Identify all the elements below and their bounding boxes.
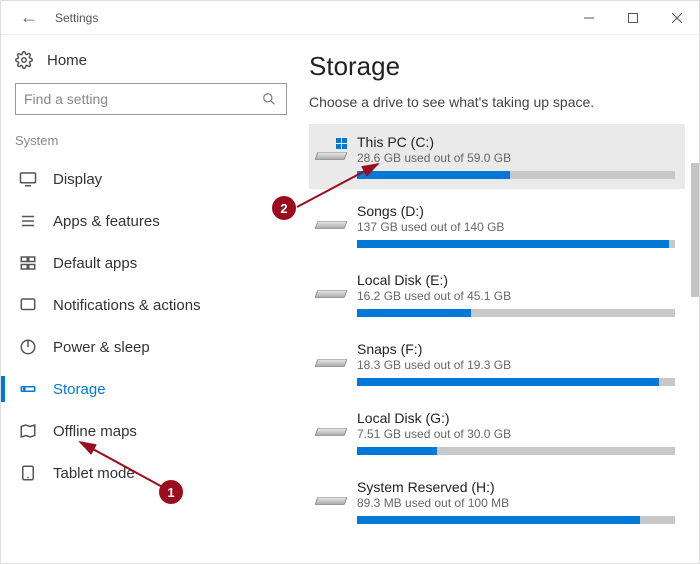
hdd-icon [315,221,348,229]
drive-usage: 137 GB used out of 140 GB [357,220,675,234]
home-button[interactable]: Home [15,51,287,69]
window-title: Settings [55,11,567,25]
nav-label: Offline maps [53,423,137,440]
nav-item-tablet-mode[interactable]: Tablet mode [15,452,287,494]
nav-item-power[interactable]: Power & sleep [15,326,287,368]
drive-item[interactable]: Songs (D:)137 GB used out of 140 GB [309,193,685,258]
nav-label: Apps & features [53,213,160,230]
nav-label: Power & sleep [53,339,150,356]
drive-name: System Reserved (H:) [357,479,675,495]
close-button[interactable] [655,1,699,35]
drive-item[interactable]: Snaps (F:)18.3 GB used out of 19.3 GB [309,331,685,396]
drive-usage: 18.3 GB used out of 19.3 GB [357,358,675,372]
windows-logo-icon [336,138,347,149]
drive-usage: 28.6 GB used out of 59.0 GB [357,151,675,165]
drive-item[interactable]: System Reserved (H:)89.3 MB used out of … [309,469,685,534]
nav-list: Display Apps & features Default apps Not… [15,158,287,494]
nav-item-storage[interactable]: Storage [15,368,287,410]
display-icon [19,170,37,188]
home-label: Home [47,52,87,69]
default-apps-icon [19,254,37,272]
drive-bar [357,447,675,455]
drive-name: This PC (C:) [357,134,675,150]
left-pane: Home Find a setting System Display Apps … [1,35,301,563]
drive-icon [315,276,349,304]
storage-icon [19,380,37,398]
hdd-icon [315,359,348,367]
drive-name: Snaps (F:) [357,341,675,357]
search-input[interactable]: Find a setting [15,83,287,115]
nav-item-offline-maps[interactable]: Offline maps [15,410,287,452]
nav-label: Default apps [53,255,137,272]
drive-item[interactable]: Local Disk (G:)7.51 GB used out of 30.0 … [309,400,685,465]
settings-window: ← Settings Home Find a setting [0,0,700,564]
search-placeholder: Find a setting [24,91,260,107]
apps-icon [19,212,37,230]
drive-bar [357,516,675,524]
titlebar: ← Settings [1,1,699,35]
map-icon [19,422,37,440]
search-icon [260,90,278,108]
nav-label: Tablet mode [53,465,135,482]
drive-bar [357,171,675,179]
nav-label: Display [53,171,102,188]
nav-label: Notifications & actions [53,297,201,314]
page-title: Storage [309,51,685,82]
gear-icon [15,51,33,69]
right-pane: Storage Choose a drive to see what's tak… [301,35,699,563]
drive-icon [315,483,349,511]
drive-bar [357,309,675,317]
hdd-icon [315,497,348,505]
power-icon [19,338,37,356]
drive-item[interactable]: Local Disk (E:)16.2 GB used out of 45.1 … [309,262,685,327]
drive-usage: 7.51 GB used out of 30.0 GB [357,427,675,441]
nav-label: Storage [53,381,106,398]
drive-bar [357,240,675,248]
drive-bar [357,378,675,386]
drive-item[interactable]: This PC (C:)28.6 GB used out of 59.0 GB [309,124,685,189]
hdd-icon [315,428,348,436]
notifications-icon [19,296,37,314]
drive-icon [315,414,349,442]
nav-item-notifications[interactable]: Notifications & actions [15,284,287,326]
hdd-icon [315,290,348,298]
drive-icon [315,138,349,166]
back-button[interactable]: ← [9,7,49,28]
hdd-icon [315,152,348,160]
scrollbar[interactable] [691,163,699,297]
nav-item-display[interactable]: Display [15,158,287,200]
content: Home Find a setting System Display Apps … [1,35,699,563]
drive-list: This PC (C:)28.6 GB used out of 59.0 GBS… [309,124,685,534]
drive-name: Local Disk (G:) [357,410,675,426]
drive-usage: 89.3 MB used out of 100 MB [357,496,675,510]
nav-item-apps[interactable]: Apps & features [15,200,287,242]
minimize-button[interactable] [567,1,611,35]
tablet-icon [19,464,37,482]
section-label: System [15,133,287,148]
nav-item-default-apps[interactable]: Default apps [15,242,287,284]
maximize-button[interactable] [611,1,655,35]
drive-name: Songs (D:) [357,203,675,219]
drive-icon [315,345,349,373]
drive-name: Local Disk (E:) [357,272,675,288]
page-subtitle: Choose a drive to see what's taking up s… [309,94,685,110]
window-controls [567,1,699,35]
drive-usage: 16.2 GB used out of 45.1 GB [357,289,675,303]
drive-icon [315,207,349,235]
